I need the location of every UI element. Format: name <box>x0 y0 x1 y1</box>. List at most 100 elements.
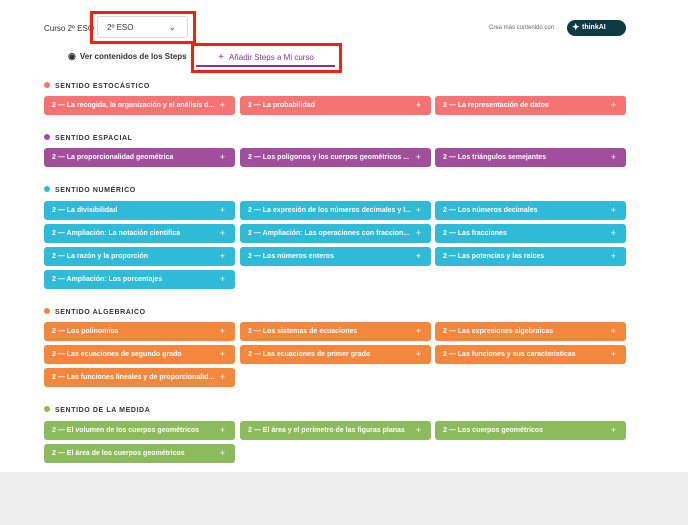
plus-icon[interactable]: + <box>220 251 225 261</box>
tab-view-steps[interactable]: ◉ Ver contenidos de los Steps <box>68 51 187 62</box>
step-chip[interactable]: 2 — La expresión de los números decimale… <box>240 201 431 220</box>
section-algebraico-heading: SENTIDO ALGEBRAICO <box>44 308 146 316</box>
tab-add-label: Añadir Steps a Mi curso <box>228 53 314 62</box>
plus-icon[interactable]: + <box>611 425 616 435</box>
page-footer-band <box>0 472 688 525</box>
step-label: 2 — Los números decimales <box>443 207 538 214</box>
step-chip[interactable]: 2 — Ampliación: Los porcentajes + <box>44 270 235 289</box>
step-chip[interactable]: 2 — Ampliación: Las operaciones con frac… <box>240 224 431 243</box>
step-chip[interactable]: 2 — Los cuerpos geométricos + <box>435 421 626 440</box>
course-select[interactable]: 2º ESO ⌄ <box>97 16 188 38</box>
step-chip[interactable]: 2 — Las funciones lineales y de proporci… <box>44 368 235 387</box>
section-numerico-heading: SENTIDO NUMÉRICO <box>44 186 136 194</box>
step-chip[interactable]: 2 — Las fracciones + <box>435 224 626 243</box>
step-chip[interactable]: 2 — Las ecuaciones de segundo grado + <box>44 345 235 364</box>
plus-icon[interactable]: + <box>611 251 616 261</box>
plus-icon[interactable]: + <box>611 326 616 336</box>
plus-icon[interactable]: + <box>611 205 616 215</box>
course-select-value: 2º ESO <box>107 23 134 32</box>
step-label: 2 — Ampliación: Los porcentajes <box>52 276 163 283</box>
step-label: 2 — El área y el perímetro de las figura… <box>248 427 405 434</box>
tab-view-label: Ver contenidos de los Steps <box>79 52 187 61</box>
thinkai-button[interactable]: ✦ thinkAI <box>567 20 626 36</box>
plus-icon[interactable]: + <box>611 228 616 238</box>
plus-icon[interactable]: + <box>416 349 421 359</box>
chevron-down-icon: ⌄ <box>168 22 176 32</box>
step-chip[interactable]: 2 — La razón y la proporción + <box>44 247 235 266</box>
step-chip[interactable]: 2 — Las ecuaciones de primer grado + <box>240 345 431 364</box>
step-chip[interactable]: 2 — Las expresiones algebraicas + <box>435 322 626 341</box>
plus-icon[interactable]: + <box>416 152 421 162</box>
step-chip[interactable]: 2 — El volumen de los cuerpos geométrico… <box>44 421 235 440</box>
step-label: 2 — Los cuerpos geométricos <box>443 427 543 434</box>
step-chip[interactable]: 2 — Los polígonos y los cuerpos geométri… <box>240 148 431 167</box>
step-label: 2 — Las funciones y sus características <box>443 351 576 358</box>
step-label: 2 — La divisibilidad <box>52 207 118 214</box>
section-dot-icon <box>44 406 50 413</box>
step-chip[interactable]: 2 — La probabilidad + <box>240 96 431 115</box>
plus-icon[interactable]: + <box>220 448 225 458</box>
plus-icon[interactable]: + <box>220 152 225 162</box>
step-label: 2 — Las potencias y las raíces <box>443 253 545 260</box>
step-chip[interactable]: 2 — Los polinomios + <box>44 322 235 341</box>
step-label: 2 — Ampliación: Las operaciones con frac… <box>248 230 410 237</box>
step-chip[interactable]: 2 — La proporcionalidad geométrica + <box>44 148 235 167</box>
plus-icon[interactable]: + <box>220 349 225 359</box>
step-label: 2 — Los polinomios <box>52 328 119 335</box>
tab-add-steps[interactable]: + Añadir Steps a Mi curso <box>197 52 335 63</box>
step-chip[interactable]: 2 — El área de los cuerpos geométricos + <box>44 444 235 463</box>
section-dot-icon <box>44 308 50 315</box>
plus-icon[interactable]: + <box>220 425 225 435</box>
plus-icon[interactable]: + <box>220 205 225 215</box>
plus-icon[interactable]: + <box>220 326 225 336</box>
plus-icon[interactable]: + <box>611 100 616 110</box>
plus-icon[interactable]: + <box>220 228 225 238</box>
plus-icon[interactable]: + <box>416 100 421 110</box>
step-label: 2 — Las funciones lineales y de proporci… <box>52 374 215 381</box>
section-title: SENTIDO NUMÉRICO <box>55 187 136 194</box>
step-label: 2 — El área de los cuerpos geométricos <box>52 450 185 457</box>
plus-icon[interactable]: + <box>611 349 616 359</box>
plus-icon[interactable]: + <box>220 100 225 110</box>
step-chip[interactable]: 2 — La divisibilidad + <box>44 201 235 220</box>
plus-icon[interactable]: + <box>416 228 421 238</box>
plus-icon[interactable]: + <box>220 372 225 382</box>
step-chip[interactable]: 2 — Ampliación: La notación científica + <box>44 224 235 243</box>
step-chip[interactable]: 2 — Los números enteros + <box>240 247 431 266</box>
step-chip[interactable]: 2 — Las funciones y sus características + <box>435 345 626 364</box>
course-label: Curso 2º ESO <box>44 24 95 33</box>
step-chip[interactable]: 2 — La recogida, la organización y el an… <box>44 96 235 115</box>
step-chip[interactable]: 2 — Los triángulos semejantes + <box>435 148 626 167</box>
section-dot-icon <box>44 82 50 89</box>
step-chip[interactable]: 2 — La representación de datos + <box>435 96 626 115</box>
crea-contenido-text: Crea más contenido con <box>489 25 555 31</box>
section-espacial-heading: SENTIDO ESPACIAL <box>44 134 133 142</box>
section-title: SENTIDO ESPACIAL <box>55 135 133 142</box>
section-title: SENTIDO ALGEBRAICO <box>55 309 146 316</box>
step-label: 2 — El volumen de los cuerpos geométrico… <box>52 427 200 434</box>
step-label: 2 — Las ecuaciones de segundo grado <box>52 351 182 358</box>
step-label: 2 — Las ecuaciones de primer grado <box>248 351 371 358</box>
step-label: 2 — Las fracciones <box>443 230 507 237</box>
step-chip[interactable]: 2 — Las potencias y las raíces + <box>435 247 626 266</box>
plus-icon[interactable]: + <box>611 152 616 162</box>
step-label: 2 — Los polígonos y los cuerpos geométri… <box>248 154 410 161</box>
plus-icon[interactable]: + <box>416 205 421 215</box>
plus-icon[interactable]: + <box>416 326 421 336</box>
plus-icon[interactable]: + <box>416 425 421 435</box>
plus-icon[interactable]: + <box>220 274 225 284</box>
step-chip[interactable]: 2 — Los sistemas de ecuaciones + <box>240 322 431 341</box>
step-label: 2 — Los sistemas de ecuaciones <box>248 328 358 335</box>
step-chip[interactable]: 2 — Los números decimales + <box>435 201 626 220</box>
step-chip[interactable]: 2 — El área y el perímetro de las figura… <box>240 421 431 440</box>
section-estocastico-heading: SENTIDO ESTOCÁSTICO <box>44 82 150 90</box>
step-label: 2 — La probabilidad <box>248 102 315 109</box>
eye-icon: ◉ <box>68 51 76 61</box>
tab-active-indicator <box>196 65 335 67</box>
step-label: 2 — Ampliación: La notación científica <box>52 230 181 237</box>
step-label: 2 — Las expresiones algebraicas <box>443 328 554 335</box>
section-title: SENTIDO DE LA MEDIDA <box>55 407 151 414</box>
plus-icon: + <box>218 52 224 63</box>
section-dot-icon <box>44 186 50 193</box>
plus-icon[interactable]: + <box>416 251 421 261</box>
